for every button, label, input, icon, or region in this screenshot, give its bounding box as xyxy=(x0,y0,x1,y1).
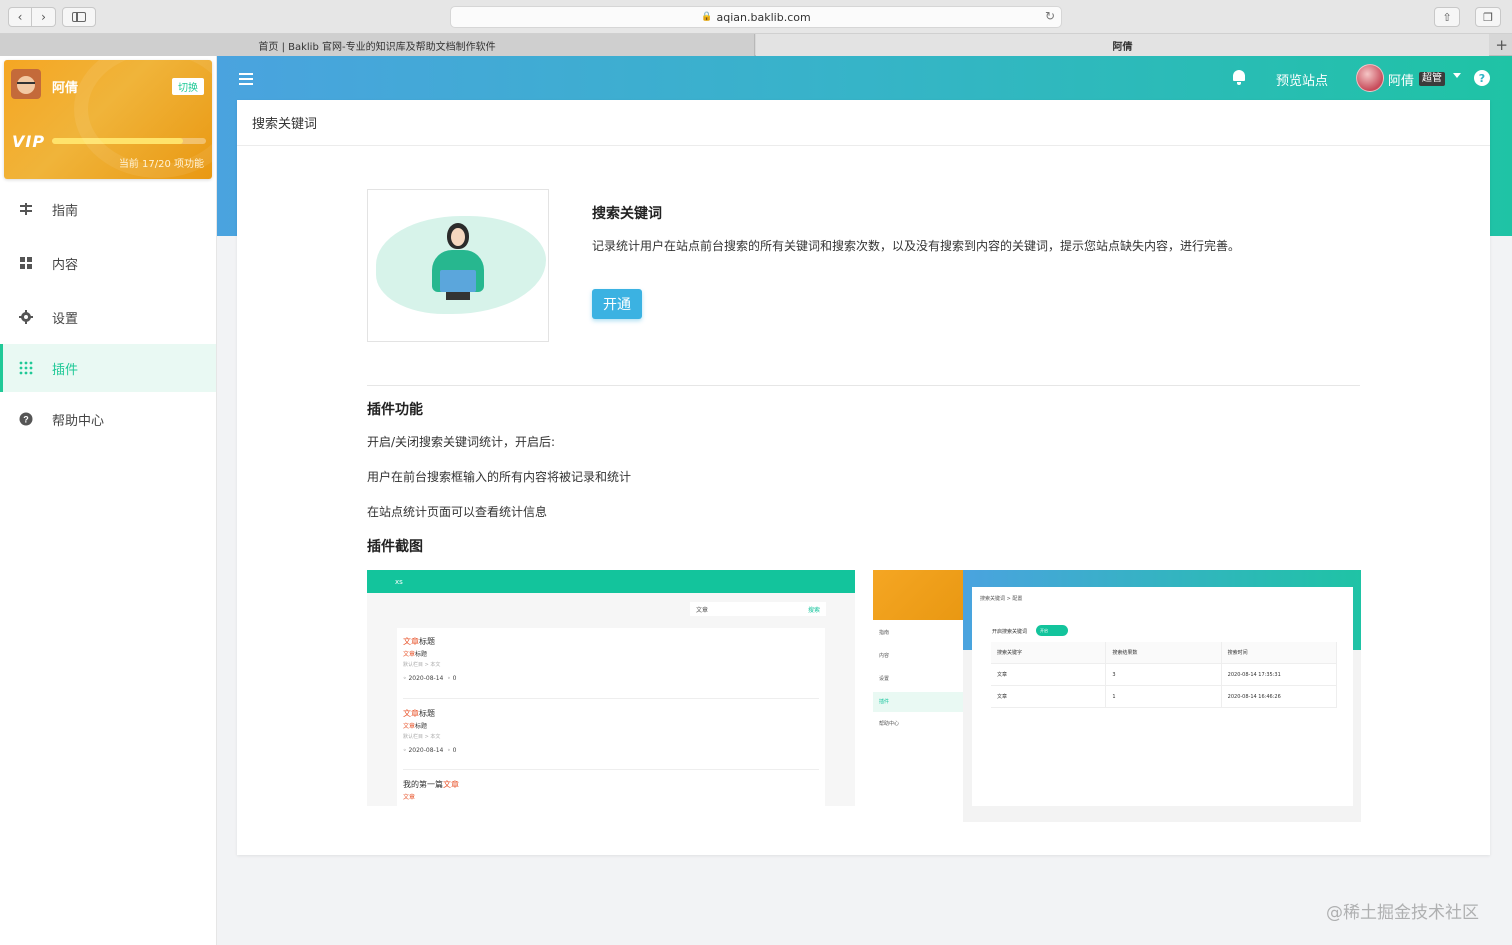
table-row: 文章 3 2020-08-14 17:35:31 xyxy=(991,664,1337,686)
sidebar-item-plugins[interactable]: 插件 xyxy=(0,344,216,392)
bell-icon[interactable] xyxy=(1231,70,1247,86)
sidebar-menu: 指南 内容 设置 插件 ? 帮助中心 xyxy=(0,182,216,446)
feature-line: 在站点统计页面可以查看统计信息 xyxy=(367,505,548,519)
table-row: 文章 1 2020-08-14 16:46:26 xyxy=(991,686,1337,708)
screenshot-results: 文章标题 文章标题 默认栏目 > 本文 ◦ 2020-08-14 ◦ 0 文章标… xyxy=(397,628,825,806)
plugin-screenshot-search[interactable]: xs 文章 搜索 文章标题 文章标题 默认栏目 > 本文 ◦ 2020-08-1… xyxy=(367,570,855,806)
grid-icon xyxy=(18,255,34,271)
browser-tab-baklib[interactable]: 首页 | Baklib 官网-专业的知识库及帮助文档制作软件 xyxy=(0,34,755,56)
switch-button[interactable]: 切换 xyxy=(172,78,204,95)
sidebar-item-content[interactable]: 内容 xyxy=(0,236,216,290)
user-name[interactable]: 阿倩 xyxy=(1388,70,1414,89)
help-icon: ? xyxy=(18,411,34,427)
tabs-overview-button[interactable]: ❐ xyxy=(1475,7,1501,27)
lock-icon: 🔒 xyxy=(701,12,713,22)
sidebar-item-label: 设置 xyxy=(52,311,79,327)
sidebar-toggle-button[interactable] xyxy=(62,7,96,27)
list-item: 我的第一篇文章 文章 xyxy=(403,780,459,801)
forward-button[interactable]: › xyxy=(32,7,56,27)
chevron-down-icon[interactable] xyxy=(1453,73,1461,78)
url-text: aqian.baklib.com xyxy=(716,10,811,24)
back-button[interactable]: ‹ xyxy=(8,7,32,27)
screenshot-header: xs xyxy=(367,570,855,593)
list-item: 文章标题 文章标题 默认栏目 > 本文 ◦ 2020-08-14 ◦ 0 xyxy=(403,709,457,754)
browser-tab-aqian[interactable]: 阿倩 xyxy=(756,34,1489,56)
vip-progress-bar xyxy=(52,138,206,144)
user-avatar[interactable] xyxy=(1356,64,1384,92)
sidebar-item-settings[interactable]: 设置 xyxy=(0,290,216,344)
reload-icon[interactable]: ↻ xyxy=(1045,9,1055,23)
list-item: 文章标题 文章标题 默认栏目 > 本文 ◦ 2020-08-14 ◦ 0 xyxy=(403,637,457,682)
new-tab-button[interactable]: + xyxy=(1495,36,1508,54)
feature-line: 用户在前台搜索框输入的所有内容将被记录和统计 xyxy=(367,470,632,484)
vip-card: 阿倩 切换 VIP 当前 17/20 项功能 xyxy=(4,60,212,179)
screenshot-sidebar: 指南 内容 设置 插件 帮助中心 xyxy=(873,570,963,822)
preview-site-link[interactable]: 预览站点 xyxy=(1276,70,1328,89)
avatar[interactable] xyxy=(11,69,41,99)
feature-line: 开启/关闭搜索关键词统计，开启后: xyxy=(367,435,556,449)
svg-text:?: ? xyxy=(23,415,29,425)
role-badge: 超管 xyxy=(1419,72,1445,86)
plugin-description: 记录统计用户在站点前台搜索的所有关键词和搜索次数，以及没有搜索到内容的关键词，提… xyxy=(592,239,1241,253)
sidebar-item-label: 帮助中心 xyxy=(52,413,105,429)
sidebar-icon xyxy=(72,12,86,22)
menu-toggle-icon[interactable] xyxy=(239,73,253,85)
tab-label: 首页 | Baklib 官网-专业的知识库及帮助文档制作软件 xyxy=(258,41,496,53)
sidebar-item-guide[interactable]: 指南 xyxy=(0,182,216,236)
watermark: @稀土掘金技术社区 xyxy=(1326,903,1479,923)
browser-toolbar: ‹ › 🔒 aqian.baklib.com ↻ ⇧ ❐ xyxy=(0,0,1512,34)
tab-bar: 首页 | Baklib 官网-专业的知识库及帮助文档制作软件 阿倩 + xyxy=(0,34,1512,56)
plugin-screenshot-config[interactable]: 指南 内容 设置 插件 帮助中心 搜索关键词 > 配置 开启搜索关键词 开启 搜… xyxy=(873,570,1361,822)
help-icon[interactable]: ? xyxy=(1474,70,1490,86)
guide-icon xyxy=(18,201,34,217)
vip-usage-text: 当前 17/20 项功能 xyxy=(118,159,204,170)
sidebar-item-help[interactable]: ? 帮助中心 xyxy=(0,392,216,446)
dots-grid-icon xyxy=(18,360,34,376)
sidebar: 阿倩 切换 VIP 当前 17/20 项功能 指南 内容 设置 插件 ? 帮助中… xyxy=(0,56,217,945)
vip-logo: VIP xyxy=(12,132,46,151)
plugin-illustration xyxy=(367,189,549,342)
screenshot-table: 搜索关键字 搜索结果数 搜索时间 文章 3 2020-08-14 17:35:3… xyxy=(991,642,1337,708)
table-row: 搜索关键字 搜索结果数 搜索时间 xyxy=(991,642,1337,664)
plugin-name: 搜索关键词 xyxy=(592,206,662,222)
sidebar-item-label: 指南 xyxy=(52,203,79,219)
divider xyxy=(367,385,1360,386)
main-panel: 搜索关键词 搜索关键词 记录统计用户在站点前台搜索的所有关键词和搜索次数，以及没… xyxy=(237,100,1490,855)
nav-buttons: ‹ › xyxy=(8,7,56,27)
screenshots-title: 插件截图 xyxy=(367,539,423,555)
share-button[interactable]: ⇧ xyxy=(1434,7,1460,27)
site-name: 阿倩 xyxy=(52,81,79,96)
gear-icon xyxy=(18,309,34,325)
screenshot-panel: 搜索关键词 > 配置 开启搜索关键词 开启 搜索关键字 搜索结果数 搜索时间 文… xyxy=(972,587,1353,806)
vip-progress-fill xyxy=(52,138,183,144)
features-title: 插件功能 xyxy=(367,402,423,418)
tab-label: 阿倩 xyxy=(1112,41,1133,53)
sidebar-item-label: 插件 xyxy=(52,362,79,378)
open-plugin-button[interactable]: 开通 xyxy=(592,289,642,319)
address-bar[interactable]: 🔒 aqian.baklib.com ↻ xyxy=(450,6,1062,28)
sidebar-item-label: 内容 xyxy=(52,257,79,273)
screenshot-search-box: 文章 搜索 xyxy=(690,602,826,616)
page-title: 搜索关键词 xyxy=(237,100,1490,146)
